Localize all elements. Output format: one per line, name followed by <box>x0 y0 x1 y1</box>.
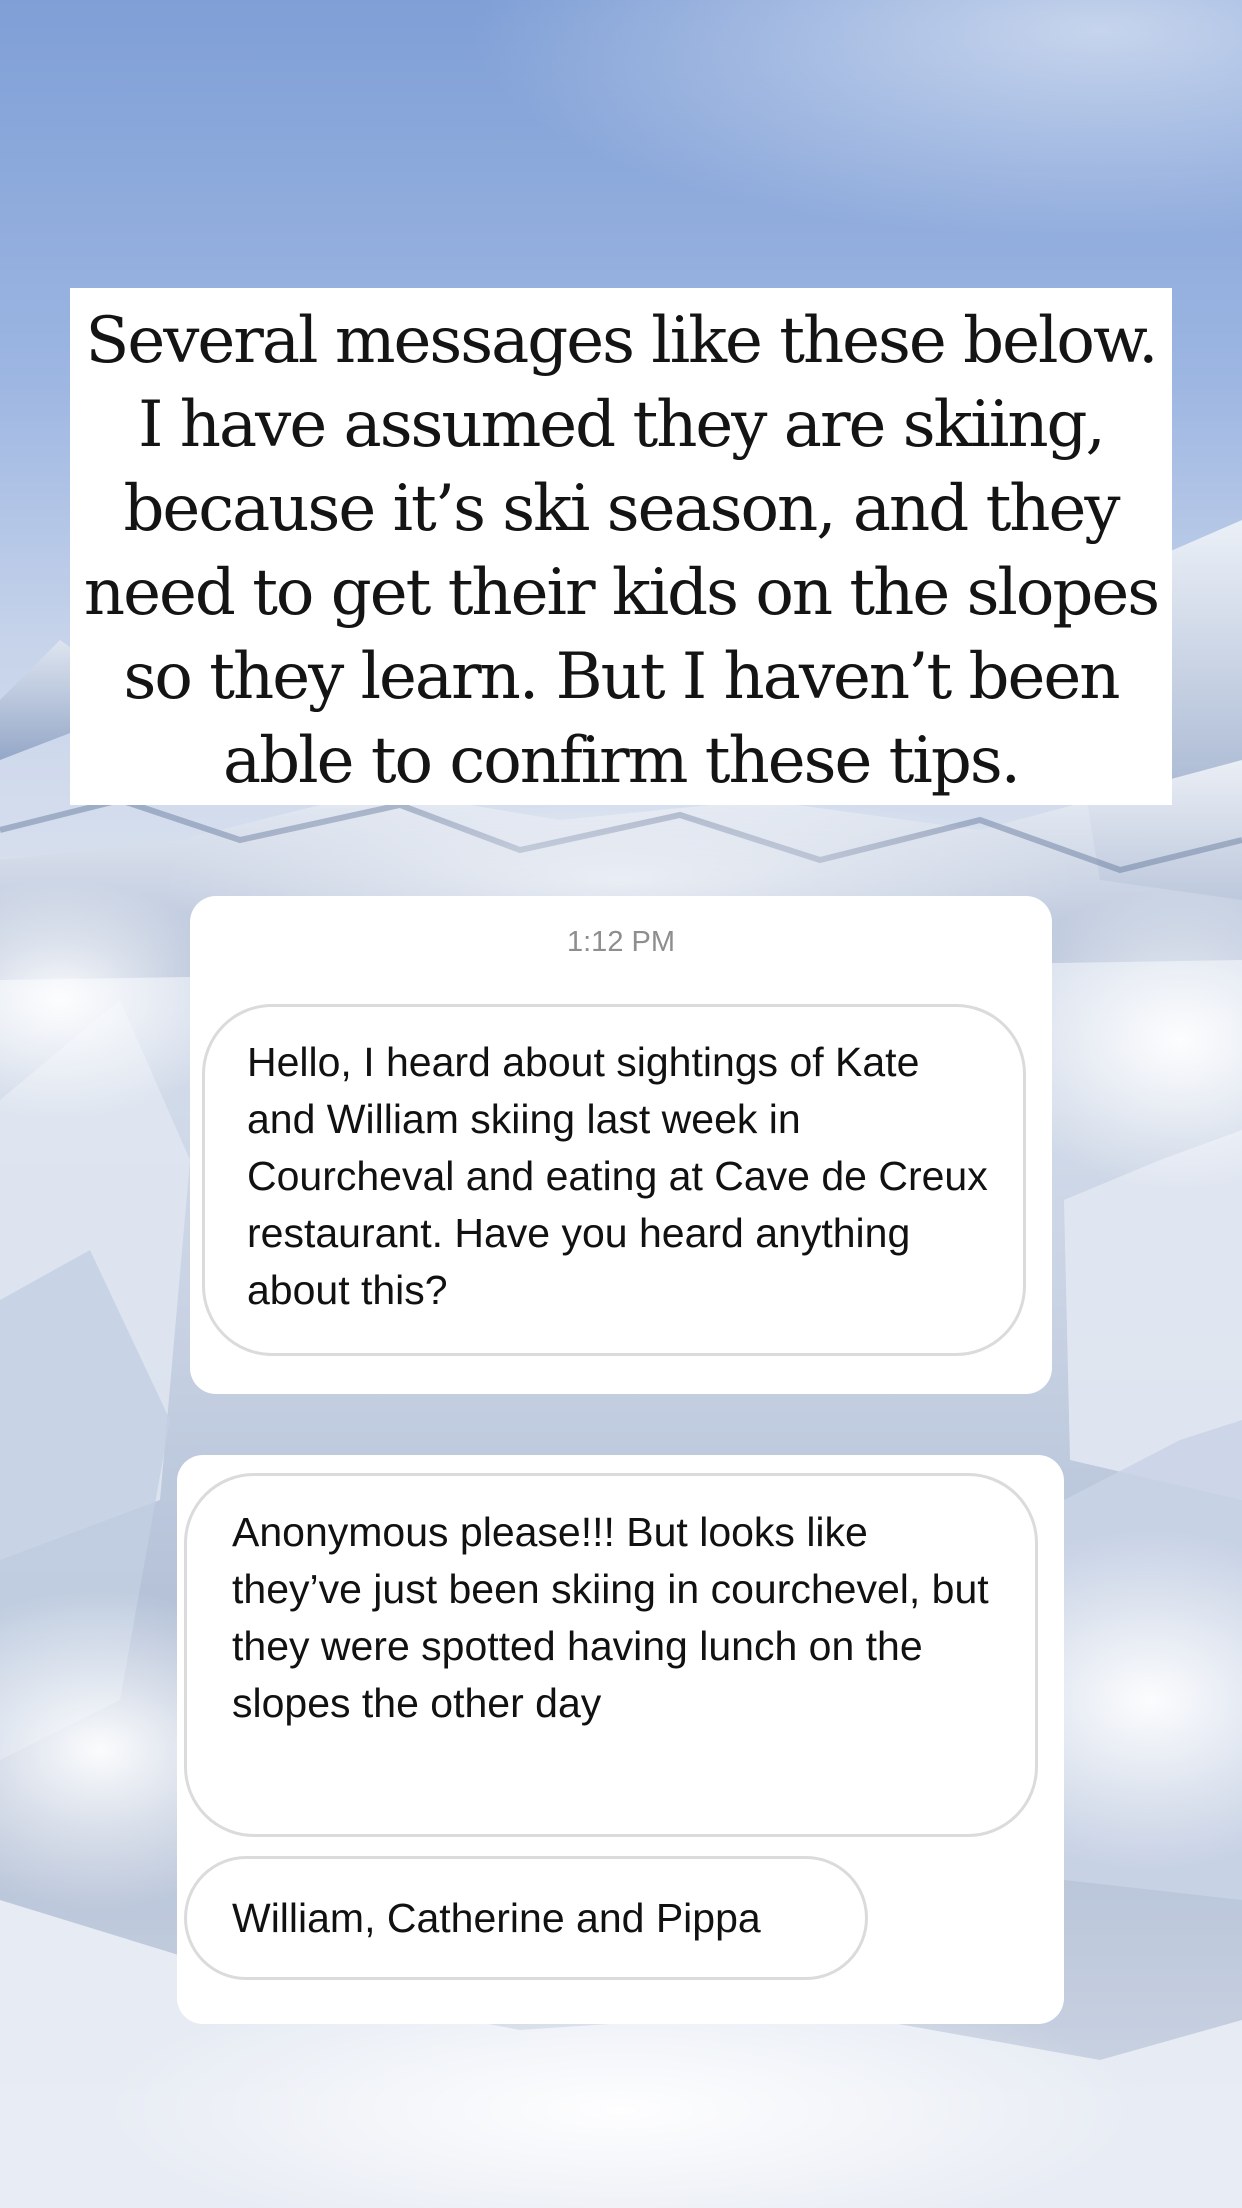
dm-screenshot-card-1: 1:12 PM Hello, I heard about sightings o… <box>190 896 1052 1394</box>
message-timestamp: 1:12 PM <box>567 926 675 958</box>
message-text: William, Catherine and Pippa <box>232 1894 761 1941</box>
dm-screenshot-card-2: Anonymous please!!! But looks like they’… <box>177 1455 1064 2024</box>
story-caption-text: Several messages like these below. I hav… <box>83 303 1160 798</box>
incoming-message-bubble: William, Catherine and Pippa <box>184 1856 868 1980</box>
incoming-message-bubble: Hello, I heard about sightings of Kate a… <box>202 1004 1026 1356</box>
story-caption-box: Several messages like these below. I hav… <box>70 288 1172 805</box>
incoming-message-bubble: Anonymous please!!! But looks like they’… <box>184 1473 1038 1837</box>
